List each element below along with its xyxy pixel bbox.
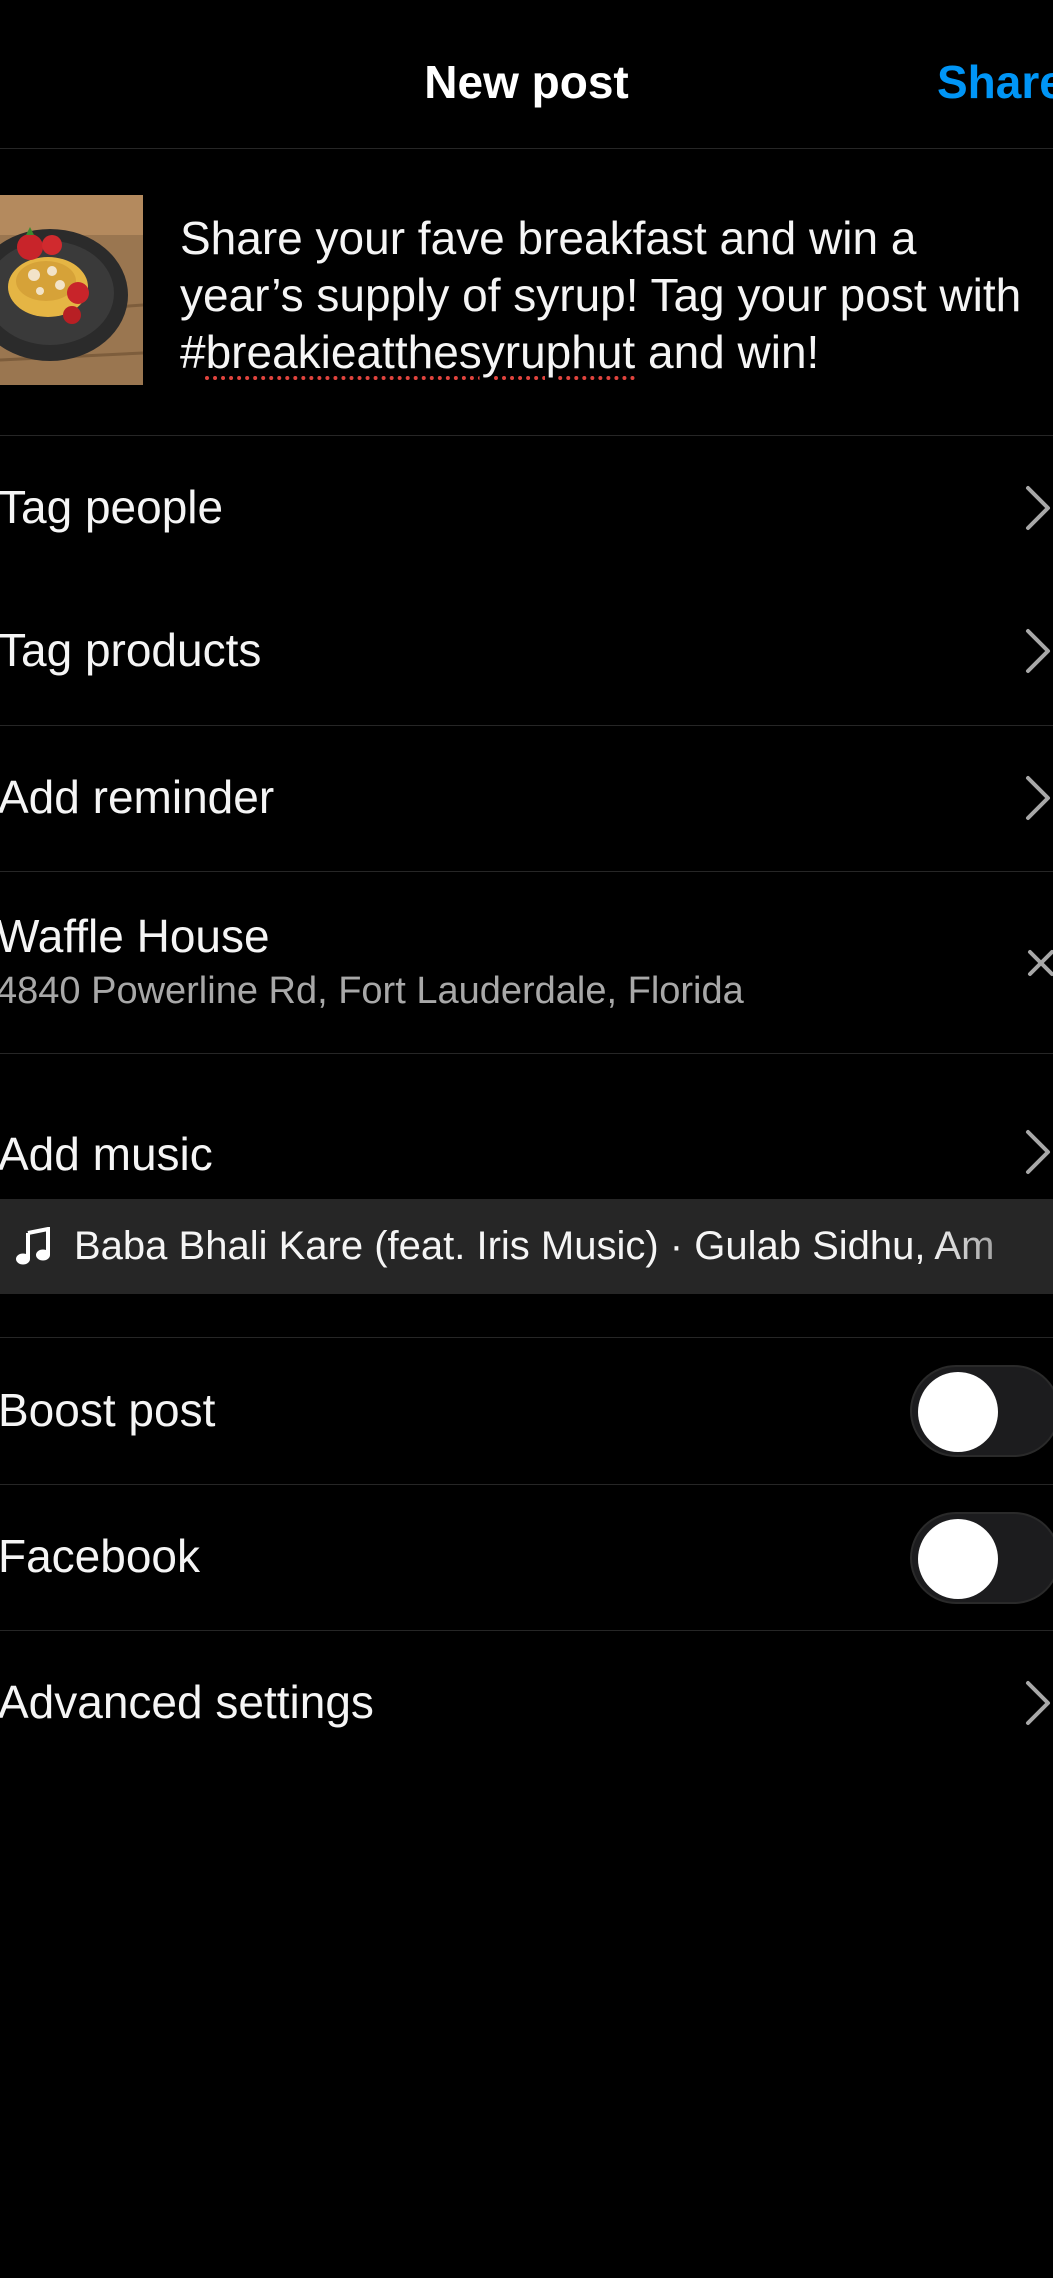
advanced-settings-row[interactable]: Advanced settings — [0, 1631, 1053, 1776]
tag-people-row[interactable]: Tag people — [0, 436, 1053, 580]
music-note-icon — [16, 1227, 50, 1265]
top-navigation-bar: New post Share — [0, 0, 1053, 149]
tag-products-row[interactable]: Tag products — [0, 580, 1053, 725]
marquee-fade — [930, 1199, 1053, 1294]
toggle-knob — [918, 1519, 998, 1599]
facebook-toggle[interactable] — [910, 1512, 1053, 1604]
chevron-right-icon — [1026, 486, 1050, 530]
boost-post-label: Boost post — [0, 1384, 216, 1436]
chevron-right-icon — [1026, 629, 1050, 673]
location-name: Waffle House — [0, 910, 270, 962]
tag-products-label: Tag products — [0, 624, 262, 676]
add-reminder-row[interactable]: Add reminder — [0, 726, 1053, 871]
caption-section: Share your fave breakfast and win a year… — [0, 148, 1053, 436]
chevron-right-icon — [1026, 1681, 1050, 1725]
caption-text[interactable]: Share your fave breakfast and win a year… — [180, 210, 1040, 381]
facebook-label: Facebook — [0, 1530, 201, 1582]
caption-ending: and win! — [635, 326, 820, 378]
add-reminder-label: Add reminder — [0, 771, 275, 823]
add-music-label: Add music — [0, 1127, 213, 1181]
toggle-knob — [918, 1372, 998, 1452]
caption-hashtag: breakieatthesyruphut — [205, 326, 636, 378]
facebook-row: Facebook — [0, 1485, 1053, 1630]
tag-people-label: Tag people — [0, 481, 224, 533]
boost-post-toggle[interactable] — [910, 1365, 1053, 1457]
add-music-text: Add music — [0, 1128, 213, 1180]
share-button[interactable]: Share — [937, 55, 1053, 109]
boost-post-row: Boost post — [0, 1338, 1053, 1484]
music-track-label: Baba Bhali Kare (feat. Iris Music) · Gul… — [74, 1224, 995, 1268]
advanced-settings-label: Advanced settings — [0, 1676, 374, 1728]
chevron-right-icon — [1026, 1130, 1050, 1174]
close-icon[interactable] — [1026, 948, 1053, 978]
chevron-right-icon — [1026, 776, 1050, 820]
breakfast-plate-image — [0, 195, 143, 385]
page-title: New post — [424, 56, 629, 108]
location-row[interactable]: Waffle House 4840 Powerline Rd, Fort Lau… — [0, 872, 1053, 1053]
add-music-row[interactable]: Add music — [0, 1054, 1053, 1194]
location-address: 4840 Powerline Rd, Fort Lauderdale, Flor… — [0, 970, 744, 1012]
post-thumbnail[interactable] — [0, 195, 143, 385]
selected-music-chip[interactable]: Baba Bhali Kare (feat. Iris Music) · Gul… — [0, 1199, 1053, 1294]
